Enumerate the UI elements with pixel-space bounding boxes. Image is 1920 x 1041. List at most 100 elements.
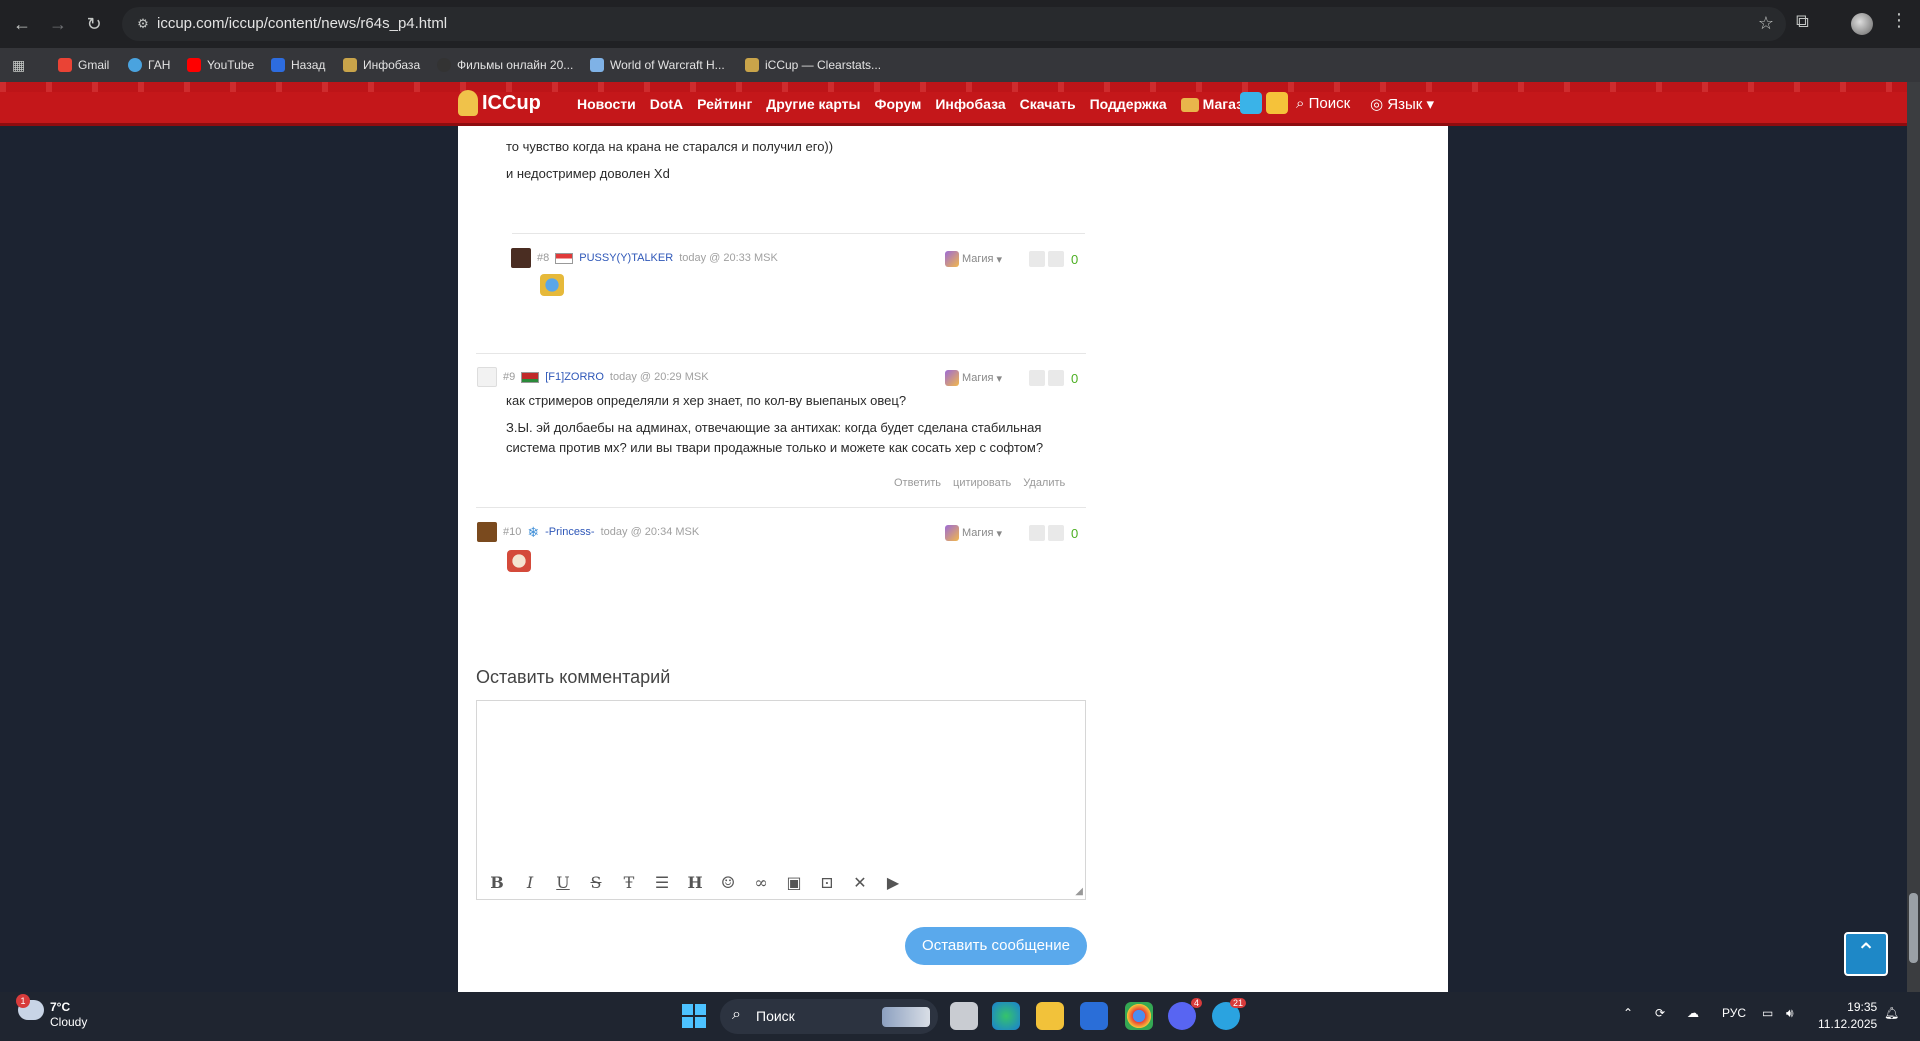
bold-icon[interactable]: B — [487, 873, 507, 893]
nav-infobase[interactable]: Инфобаза — [935, 96, 1005, 112]
magic-icon — [945, 525, 959, 541]
magic-menu[interactable]: Магия ▾ — [945, 525, 1002, 541]
network-icon[interactable]: ▭ — [1762, 1006, 1773, 1020]
gallery-icon[interactable]: ⊡ — [817, 873, 837, 893]
nav-dota[interactable]: DotA — [650, 96, 683, 112]
thumbs-down-icon[interactable] — [1048, 251, 1064, 267]
extensions-icon[interactable]: ⧉ — [1796, 11, 1809, 32]
bookmark-gan[interactable]: ГАН — [128, 56, 170, 74]
tray-overflow-icon[interactable]: ⌃ — [1623, 1006, 1633, 1020]
comment-number[interactable]: #8 — [537, 252, 549, 264]
bookmark-wow[interactable]: World of Warcraft H... — [590, 56, 725, 74]
bookmark-gmail[interactable]: Gmail — [58, 56, 109, 74]
emoji-icon[interactable]: ☺ — [718, 873, 738, 893]
sync-icon[interactable]: ⟳ — [1655, 1006, 1665, 1020]
site-search[interactable]: ⌕ Поиск — [1296, 95, 1350, 112]
comment-body: система против мх? или вы твари продажны… — [506, 440, 1044, 455]
strikethrough-icon[interactable]: S — [586, 873, 606, 893]
file-explorer-icon[interactable] — [1036, 1002, 1064, 1030]
nav-news[interactable]: Новости — [577, 96, 636, 112]
avatar[interactable] — [477, 367, 497, 387]
onedrive-icon[interactable]: ☁ — [1687, 1006, 1699, 1020]
notifications-icon[interactable]: 🔔︎ — [1884, 1006, 1899, 1020]
site-logo[interactable]: ICCup — [458, 90, 541, 116]
system-clock[interactable]: 19:35 11.12.2025 — [1818, 999, 1877, 1033]
image-icon[interactable]: ▣ — [784, 873, 804, 893]
comment-time: today @ 20:33 MSK — [679, 252, 778, 264]
underline-icon[interactable]: U — [553, 873, 573, 893]
nav-download[interactable]: Скачать — [1020, 96, 1076, 112]
submit-comment-button[interactable]: Оставить сообщение — [905, 927, 1087, 965]
scroll-to-top-button[interactable]: ⌃ — [1844, 932, 1888, 976]
logo-emblem-icon — [458, 90, 478, 116]
windows-taskbar: 1 7°C Cloudy ⌕ Поиск 4 21 ⌃ ⟳ ☁ РУС ▭ 🔊︎… — [0, 992, 1920, 1041]
language-select[interactable]: ◎ Язык ▾ — [1370, 95, 1434, 113]
scrollbar-thumb[interactable] — [1909, 893, 1918, 963]
thumbs-up-icon[interactable] — [1029, 525, 1045, 541]
site-info-icon[interactable]: ⚙ — [134, 15, 152, 33]
weather-widget[interactable]: 1 7°C Cloudy — [16, 994, 87, 1030]
windows-start-icon[interactable] — [682, 1004, 706, 1028]
comment-author[interactable]: -Princess- — [545, 526, 595, 538]
link-icon[interactable]: ∞ — [751, 873, 771, 893]
taskbar-search[interactable]: ⌕ Поиск — [720, 999, 938, 1034]
profile-avatar[interactable] — [1851, 13, 1873, 35]
quote-link[interactable]: цитировать — [953, 477, 1011, 489]
chrome-icon[interactable] — [1125, 1002, 1153, 1030]
store-icon[interactable] — [1080, 1002, 1108, 1030]
discord-icon[interactable]: 4 — [1168, 998, 1202, 1030]
url-text[interactable]: iccup.com/iccup/content/news/r64s_p4.htm… — [157, 15, 447, 32]
task-view-icon[interactable] — [950, 1002, 978, 1030]
spoiler-icon[interactable]: ✕ — [850, 873, 870, 893]
bookmark-films[interactable]: Фильмы онлайн 20... — [437, 56, 573, 74]
resize-handle-icon[interactable]: ◢ — [1075, 886, 1083, 897]
bookmark-infobase[interactable]: Инфобаза — [343, 56, 420, 74]
volume-icon[interactable]: 🔊︎ — [1786, 1006, 1794, 1021]
comment-author[interactable]: [F1]ZORRO — [545, 371, 604, 383]
heading-icon[interactable]: H — [685, 873, 705, 893]
keyboard-language[interactable]: РУС — [1722, 1006, 1746, 1020]
comment-number[interactable]: #10 — [503, 526, 521, 538]
vote-controls: 0 — [1029, 525, 1078, 541]
divider — [476, 507, 1086, 508]
nav-support[interactable]: Поддержка — [1090, 96, 1167, 112]
magic-menu[interactable]: Магия ▾ — [945, 370, 1002, 386]
thumbs-up-icon[interactable] — [1029, 251, 1045, 267]
italic-icon[interactable]: I — [520, 873, 540, 893]
profile-icon[interactable] — [1266, 92, 1288, 114]
forward-icon[interactable]: → — [44, 10, 72, 38]
address-bar[interactable]: ⚙ iccup.com/iccup/content/news/r64s_p4.h… — [122, 7, 1786, 41]
nav-forum[interactable]: Форум — [875, 96, 922, 112]
nav-rating[interactable]: Рейтинг — [697, 96, 752, 112]
comment-editor[interactable]: B I U S Ŧ ☰ H ☺ ∞ ▣ ⊡ ✕ ▶ ◢ — [476, 700, 1086, 900]
comment-author[interactable]: PUSSY(Y)TALKER — [579, 252, 673, 264]
bookmark-youtube[interactable]: YouTube — [187, 56, 254, 74]
bookmark-star-icon[interactable]: ☆ — [1758, 13, 1774, 34]
flag-icon — [555, 252, 574, 264]
back-icon[interactable]: ← — [8, 10, 36, 38]
text-align-icon[interactable]: Ŧ — [619, 873, 639, 893]
bookmark-iccup[interactable]: iCCup — Clearstats... — [745, 56, 881, 74]
browser-menu-icon[interactable]: ⋮ — [1890, 10, 1908, 31]
edge-icon[interactable] — [992, 1002, 1020, 1030]
comment-number[interactable]: #9 — [503, 371, 515, 383]
list-icon[interactable]: ☰ — [652, 873, 672, 893]
messages-icon[interactable] — [1240, 92, 1262, 114]
comment-actions: Ответить цитировать Удалить — [894, 477, 1065, 489]
youtube-icon[interactable]: ▶ — [883, 873, 903, 893]
thumbs-down-icon[interactable] — [1048, 370, 1064, 386]
nav-other-maps[interactable]: Другие карты — [766, 96, 860, 112]
thumbs-down-icon[interactable] — [1048, 525, 1064, 541]
reload-icon[interactable]: ↻ — [80, 10, 108, 38]
telegram-icon[interactable]: 21 — [1212, 998, 1246, 1030]
avatar[interactable] — [511, 248, 531, 268]
magic-menu[interactable]: Магия ▾ — [945, 251, 1002, 267]
avatar[interactable] — [477, 522, 497, 542]
reply-link[interactable]: Ответить — [894, 477, 941, 489]
thumbs-up-icon[interactable] — [1029, 370, 1045, 386]
page-scrollbar[interactable] — [1907, 82, 1920, 992]
delete-link[interactable]: Удалить — [1023, 477, 1065, 489]
apps-grid-icon[interactable]: ▦ — [12, 56, 25, 74]
bookmark-back[interactable]: Назад — [271, 56, 325, 74]
notification-badge: 1 — [16, 994, 30, 1008]
